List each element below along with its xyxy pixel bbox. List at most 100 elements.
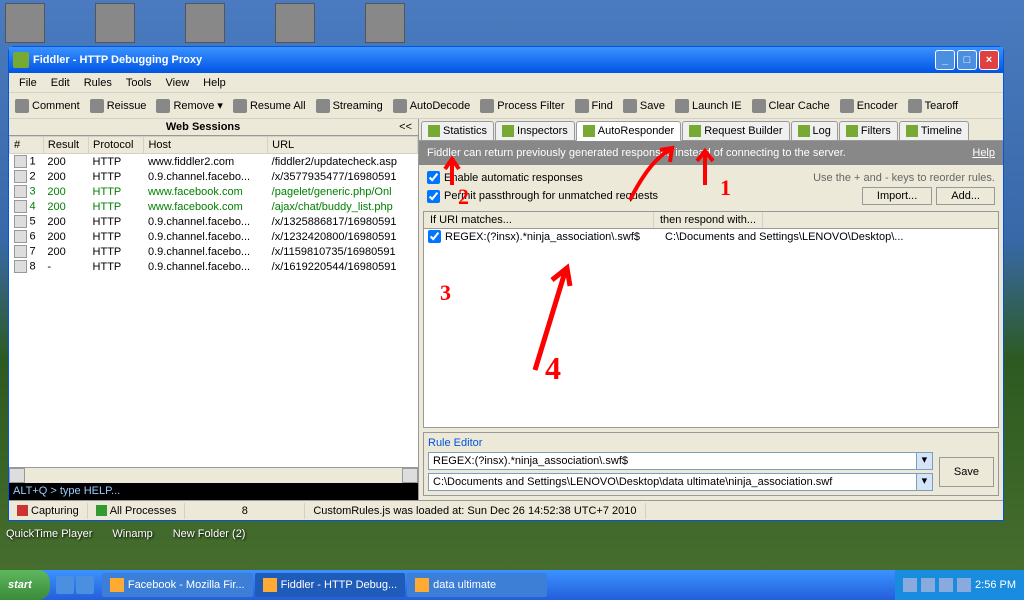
find-button[interactable]: Find xyxy=(571,97,617,115)
systray[interactable]: 2:56 PM xyxy=(895,570,1024,600)
rule-enable-checkbox[interactable] xyxy=(428,230,441,243)
tearoff-button[interactable]: Tearoff xyxy=(904,97,962,115)
tray-icon[interactable] xyxy=(921,578,935,592)
session-row[interactable]: 3200HTTPwww.facebook.com/pagelet/generic… xyxy=(10,184,418,199)
add-button[interactable]: Add... xyxy=(936,187,995,205)
sessions-title: Web Sessions xyxy=(11,121,395,133)
enable-responses-checkbox[interactable]: Enable automatic responses xyxy=(427,171,583,184)
encoder-button[interactable]: Encoder xyxy=(836,97,902,115)
rule-list[interactable]: If URI matches... then respond with... R… xyxy=(423,211,999,428)
menu-help[interactable]: Help xyxy=(197,75,232,91)
session-row[interactable]: 7200HTTP0.9.channel.facebo.../x/11598107… xyxy=(10,244,418,259)
session-row[interactable]: 6200HTTP0.9.channel.facebo.../x/12324208… xyxy=(10,229,418,244)
capturing-status[interactable]: Capturing xyxy=(9,503,88,519)
col-num[interactable]: # xyxy=(10,137,44,154)
tab-inspectors[interactable]: Inspectors xyxy=(495,121,575,140)
remove-button[interactable]: Remove ▾ xyxy=(152,97,227,115)
menu-file[interactable]: File xyxy=(13,75,43,91)
timeline-icon xyxy=(906,125,918,137)
desktop-icon[interactable] xyxy=(5,3,45,43)
tray-icon[interactable] xyxy=(939,578,953,592)
session-icon xyxy=(14,245,27,258)
desktop-label[interactable]: Winamp xyxy=(112,528,152,540)
tab-timeline[interactable]: Timeline xyxy=(899,121,969,140)
autodecode-icon xyxy=(393,99,407,113)
respond-input[interactable] xyxy=(428,473,917,491)
dropdown-icon[interactable]: ▾ xyxy=(917,452,933,470)
menu-rules[interactable]: Rules xyxy=(78,75,118,91)
session-row[interactable]: 4200HTTPwww.facebook.com/ajax/chat/buddy… xyxy=(10,199,418,214)
col-host[interactable]: Host xyxy=(144,137,268,154)
menu-tools[interactable]: Tools xyxy=(120,75,158,91)
tab-autoresponder[interactable]: AutoResponder xyxy=(576,121,681,141)
folder-icon xyxy=(415,578,429,592)
import-button[interactable]: Import... xyxy=(862,187,932,205)
log-icon xyxy=(798,125,810,137)
desktop-icon[interactable] xyxy=(95,3,135,43)
session-row[interactable]: 2200HTTP0.9.channel.facebo.../x/35779354… xyxy=(10,169,418,184)
desktop-icons xyxy=(5,3,405,43)
tab-log[interactable]: Log xyxy=(791,121,838,140)
desktop-label[interactable]: New Folder (2) xyxy=(173,528,246,540)
rule-row[interactable]: REGEX:(?insx).*ninja_association\.swf$ C… xyxy=(424,229,998,244)
filter-icon xyxy=(480,99,494,113)
processes-status[interactable]: All Processes xyxy=(88,503,186,519)
task-firefox[interactable]: Facebook - Mozilla Fir... xyxy=(102,573,253,597)
tray-icon[interactable] xyxy=(957,578,971,592)
maximize-button[interactable]: □ xyxy=(957,50,977,70)
h-scrollbar[interactable] xyxy=(9,467,418,483)
clear-cache-button[interactable]: Clear Cache xyxy=(748,97,834,115)
resume-icon xyxy=(233,99,247,113)
process-filter-button[interactable]: Process Filter xyxy=(476,97,568,115)
quickexec-input[interactable]: ALT+Q > type HELP... xyxy=(9,483,418,500)
session-row[interactable]: 1200HTTPwww.fiddler2.com/fiddler2/update… xyxy=(10,154,418,170)
streaming-button[interactable]: Streaming xyxy=(312,97,387,115)
passthrough-checkbox[interactable]: Permit passthrough for unmatched request… xyxy=(427,190,658,203)
rule-col-match[interactable]: If URI matches... xyxy=(424,212,654,228)
session-count: 8 xyxy=(185,503,305,519)
desktop-icon[interactable] xyxy=(185,3,225,43)
col-result[interactable]: Result xyxy=(43,137,88,154)
resume-all-button[interactable]: Resume All xyxy=(229,97,310,115)
remove-icon xyxy=(156,99,170,113)
task-folder[interactable]: data ultimate xyxy=(407,573,547,597)
desktop-icon[interactable] xyxy=(275,3,315,43)
help-link[interactable]: Help xyxy=(972,147,995,159)
tab-statistics[interactable]: Statistics xyxy=(421,121,494,140)
rule-col-respond[interactable]: then respond with... xyxy=(654,212,763,228)
comment-icon xyxy=(15,99,29,113)
launch-ie-button[interactable]: Launch IE xyxy=(671,97,746,115)
tray-icon[interactable] xyxy=(903,578,917,592)
collapse-button[interactable]: << xyxy=(395,121,416,133)
comment-button[interactable]: Comment xyxy=(11,97,84,115)
menu-view[interactable]: View xyxy=(160,75,196,91)
menu-edit[interactable]: Edit xyxy=(45,75,76,91)
autodecode-button[interactable]: AutoDecode xyxy=(389,97,475,115)
scroll-right-icon[interactable] xyxy=(402,468,418,483)
close-button[interactable]: × xyxy=(979,50,999,70)
session-row[interactable]: 8-HTTP0.9.channel.facebo.../x/1619220544… xyxy=(10,259,418,274)
tab-filters[interactable]: Filters xyxy=(839,121,898,140)
sessions-table[interactable]: # Result Protocol Host URL 1200HTTPwww.f… xyxy=(9,136,418,467)
desktop-icon[interactable] xyxy=(365,3,405,43)
titlebar[interactable]: Fiddler - HTTP Debugging Proxy _ □ × xyxy=(9,47,1003,73)
minimize-button[interactable]: _ xyxy=(935,50,955,70)
ql-icon[interactable] xyxy=(76,576,94,594)
match-input[interactable] xyxy=(428,452,917,470)
reissue-button[interactable]: Reissue xyxy=(86,97,151,115)
desktop-label[interactable]: QuickTime Player xyxy=(6,528,92,540)
col-protocol[interactable]: Protocol xyxy=(89,137,144,154)
firefox-icon xyxy=(110,578,124,592)
task-fiddler[interactable]: Fiddler - HTTP Debug... xyxy=(255,573,406,597)
col-url[interactable]: URL xyxy=(268,137,418,154)
scroll-left-icon[interactable] xyxy=(9,468,25,483)
clock[interactable]: 2:56 PM xyxy=(975,579,1016,591)
session-row[interactable]: 5200HTTP0.9.channel.facebo.../x/13258868… xyxy=(10,214,418,229)
toolbar: Comment Reissue Remove ▾ Resume All Stre… xyxy=(9,93,1003,119)
save-button[interactable]: Save xyxy=(619,97,669,115)
ql-icon[interactable] xyxy=(56,576,74,594)
start-button[interactable]: start xyxy=(0,570,50,600)
tab-request-builder[interactable]: Request Builder xyxy=(682,121,789,140)
dropdown-icon[interactable]: ▾ xyxy=(917,473,933,491)
save-rule-button[interactable]: Save xyxy=(939,457,994,487)
